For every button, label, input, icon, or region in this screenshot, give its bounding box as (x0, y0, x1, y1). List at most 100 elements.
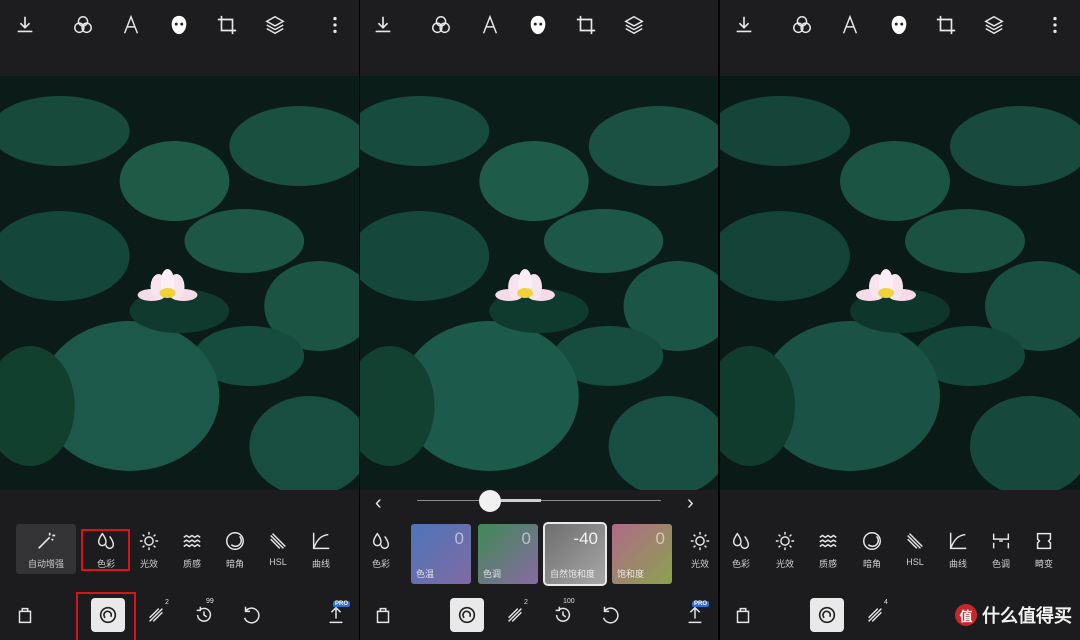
next-chevron-icon[interactable]: › (687, 492, 694, 515)
tool-label: 暗角 (862, 559, 881, 569)
brand-text: 什么值得买 (982, 606, 1072, 626)
tool-vignette[interactable]: 暗角 (849, 524, 895, 574)
tool-label: 质感 (182, 559, 201, 569)
layers-icon[interactable] (981, 12, 1007, 38)
crop-icon[interactable] (214, 12, 240, 38)
history-icon[interactable] (191, 602, 217, 628)
tool-label: 暗角 (225, 559, 244, 569)
card-label: 色调 (483, 569, 502, 579)
tool-curve[interactable]: 曲线 (298, 524, 344, 574)
tool-hsl[interactable]: HSL (255, 524, 301, 574)
card-value: 0 (655, 529, 665, 548)
tool-tone[interactable]: 色调 (978, 524, 1024, 574)
face-icon[interactable] (166, 12, 192, 38)
adjust-button[interactable] (810, 598, 844, 632)
editor-panel-3: 色彩 光效 质感 暗角 HSL 曲线 色调 畸变 4 值 什么值得买 (720, 0, 1080, 640)
tool-label: 曲线 (311, 559, 330, 569)
more-icon[interactable] (1050, 12, 1060, 38)
slider-knob[interactable] (479, 490, 502, 512)
card-vibrance[interactable]: -40 自然饱和度 (543, 522, 607, 586)
crop-icon[interactable] (573, 12, 599, 38)
more-icon[interactable] (330, 12, 340, 38)
tool-label: 色彩 (371, 559, 390, 569)
layers-icon[interactable] (262, 12, 288, 38)
wand-icon (35, 530, 57, 552)
tool-light[interactable]: 光效 (680, 524, 718, 574)
tool-label: 光效 (690, 559, 709, 569)
highlight-box (76, 592, 136, 640)
pro-badge: PRO (333, 601, 351, 607)
tool-texture[interactable]: 质感 (169, 524, 215, 574)
history-icon[interactable] (550, 602, 576, 628)
drops-icon (730, 530, 752, 552)
filters-icon[interactable] (428, 12, 454, 38)
tool-light[interactable]: 光效 (126, 524, 172, 574)
bottom-tools: 自动增强 色彩 光效 质感 暗角 HSL 曲线 2 99 PRO (0, 490, 359, 640)
card-label: 饱和度 (617, 569, 645, 579)
sun-icon (689, 530, 711, 552)
vignette-icon (861, 530, 883, 552)
card-color-temp[interactable]: 0 色温 (411, 524, 471, 584)
sun-icon (774, 530, 796, 552)
crop-icon[interactable] (933, 12, 959, 38)
tool-auto-enhance[interactable]: 自动增强 (16, 524, 76, 574)
card-saturation[interactable]: 0 饱和度 (612, 524, 672, 584)
card-value: 0 (454, 529, 464, 548)
adjust-button[interactable] (450, 598, 484, 632)
tool-label: 光效 (775, 559, 794, 569)
hsl-icon (904, 530, 926, 552)
tool-color[interactable]: 色彩 (360, 524, 402, 574)
download-icon[interactable] (370, 12, 396, 38)
card-value: -40 (573, 529, 598, 548)
undo-icon[interactable] (597, 602, 623, 628)
undo-icon[interactable] (238, 602, 264, 628)
filters-icon[interactable] (70, 12, 96, 38)
tool-label: HSL (269, 557, 287, 567)
download-icon[interactable] (731, 12, 757, 38)
tool-curve[interactable]: 曲线 (935, 524, 981, 574)
prev-chevron-icon[interactable]: ‹ (375, 492, 382, 515)
download-icon[interactable] (12, 12, 38, 38)
face-icon[interactable] (886, 12, 912, 38)
store-icon[interactable] (730, 602, 756, 628)
card-label: 色温 (416, 569, 435, 579)
waves-icon (181, 530, 203, 552)
history-count: 99 (206, 598, 214, 605)
tool-label: 色调 (991, 559, 1010, 569)
slider-fill (501, 499, 542, 502)
heal-count: 4 (884, 599, 888, 606)
face-icon[interactable] (525, 12, 551, 38)
text-icon[interactable] (118, 12, 144, 38)
tool-vignette[interactable]: 暗角 (212, 524, 258, 574)
bottom-tools: 色彩 光效 质感 暗角 HSL 曲线 色调 畸变 4 值 什么值得买 (720, 490, 1080, 640)
text-icon[interactable] (837, 12, 863, 38)
tool-distort[interactable]: 畸变 (1021, 524, 1067, 574)
editor-panel-2: ‹ › 色彩 0 色温 0 色调 -40 自然饱和度 0 饱和度 光效 2 10… (360, 0, 718, 640)
store-icon[interactable] (12, 602, 38, 628)
store-icon[interactable] (370, 602, 396, 628)
filters-icon[interactable] (789, 12, 815, 38)
tone-icon (990, 530, 1012, 552)
vignette-icon (224, 530, 246, 552)
brand-logo: 值 (955, 604, 977, 626)
layers-icon[interactable] (621, 12, 647, 38)
distort-icon (1033, 530, 1055, 552)
text-icon[interactable] (477, 12, 503, 38)
tool-label: 曲线 (948, 559, 967, 569)
tool-color[interactable]: 色彩 (720, 524, 764, 574)
highlight-box (81, 529, 130, 571)
heal-count: 2 (524, 599, 528, 606)
adjust-tools: ‹ › 色彩 0 色温 0 色调 -40 自然饱和度 0 饱和度 光效 2 10… (360, 490, 718, 640)
value-slider[interactable]: ‹ › (360, 490, 718, 514)
curve-icon (947, 530, 969, 552)
lotus-photo (720, 76, 1080, 490)
card-tint[interactable]: 0 色调 (478, 524, 538, 584)
top-toolbar (720, 0, 1080, 76)
tool-light[interactable]: 光效 (762, 524, 808, 574)
tool-texture[interactable]: 质感 (805, 524, 851, 574)
lotus-photo (0, 76, 359, 490)
curve-icon (310, 530, 332, 552)
tool-hsl[interactable]: HSL (892, 524, 938, 574)
comparison-screenshot: 自动增强 色彩 光效 质感 暗角 HSL 曲线 2 99 PRO ‹ › 色彩 … (0, 0, 1080, 640)
drops-icon (370, 530, 392, 552)
